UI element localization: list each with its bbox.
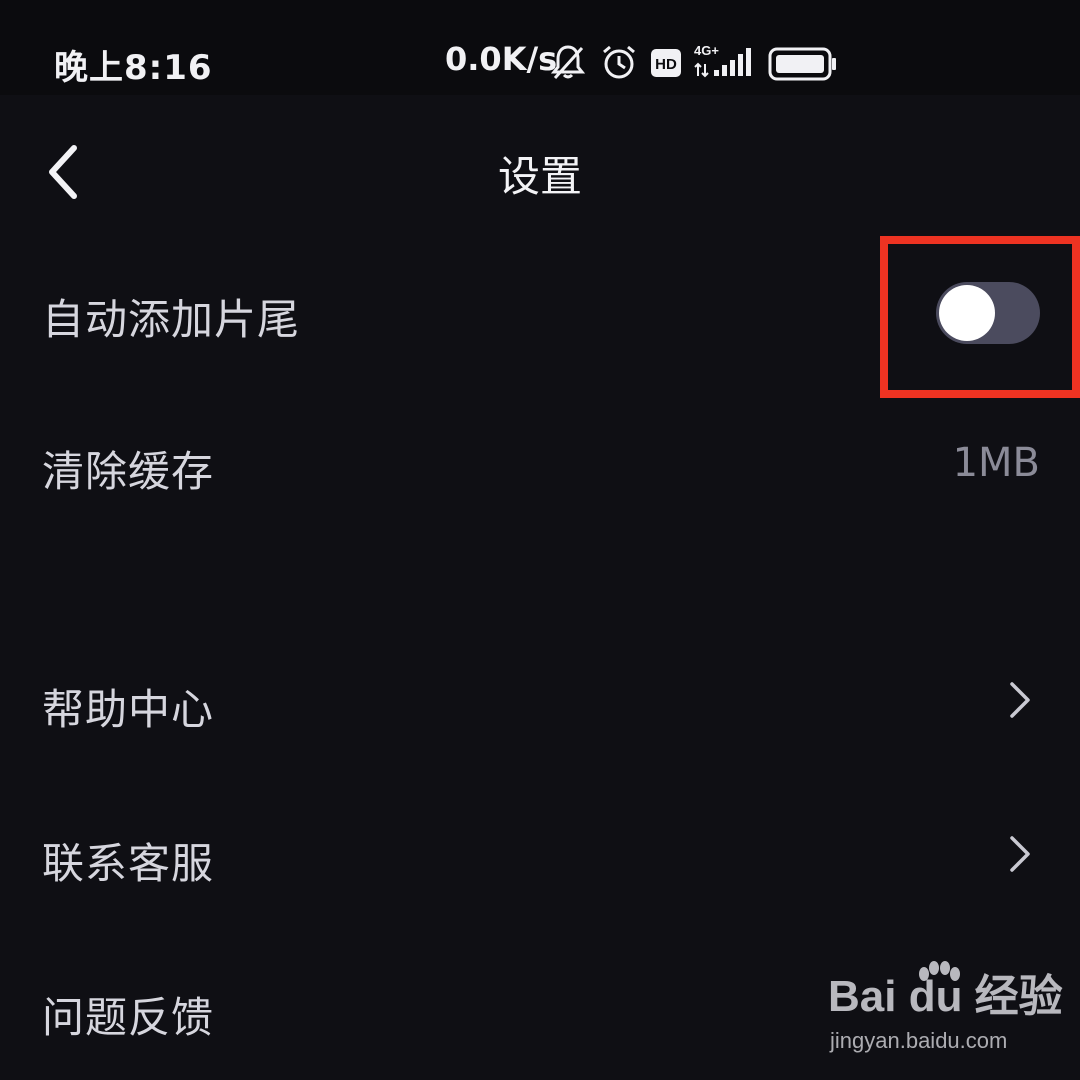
help-center-label: 帮助中心 [42, 685, 215, 734]
bell-muted-icon [548, 42, 588, 86]
setting-row-help-center[interactable]: 帮助中心 [0, 648, 1080, 758]
hd-icon: HD [650, 48, 682, 82]
cache-size-value: 1MB [952, 440, 1040, 486]
signal-4g-icon: 4G+ [694, 42, 756, 84]
feedback-label: 问题反馈 [42, 993, 215, 1042]
paw-icon [919, 961, 960, 981]
battery-icon [768, 46, 838, 86]
clear-cache-label: 清除缓存 [42, 447, 215, 496]
network-speed: 0.0K/s [445, 40, 558, 78]
highlight-annotation-box [880, 236, 1080, 398]
svg-text:HD: HD [655, 56, 677, 73]
page-title: 设置 [497, 152, 582, 201]
chevron-right-icon [1010, 836, 1030, 872]
svg-text:4G+: 4G+ [694, 43, 719, 58]
status-bar: 晚上8:16 0.0K/s HD 4G+ [0, 0, 1080, 95]
alarm-icon [599, 42, 639, 86]
contact-service-label: 联系客服 [42, 839, 215, 888]
setting-row-contact-service[interactable]: 联系客服 [0, 802, 1080, 912]
watermark-url: jingyan.baidu.com [830, 1028, 1008, 1053]
baidu-jingyan-watermark: Bai du 经验 jingyan.baidu.com [828, 960, 1063, 1060]
setting-row-clear-cache[interactable]: 清除缓存 1MB [0, 410, 1080, 520]
auto-trailer-label: 自动添加片尾 [42, 295, 301, 344]
chevron-right-icon [1010, 682, 1030, 718]
status-time: 晚上8:16 [54, 48, 213, 88]
